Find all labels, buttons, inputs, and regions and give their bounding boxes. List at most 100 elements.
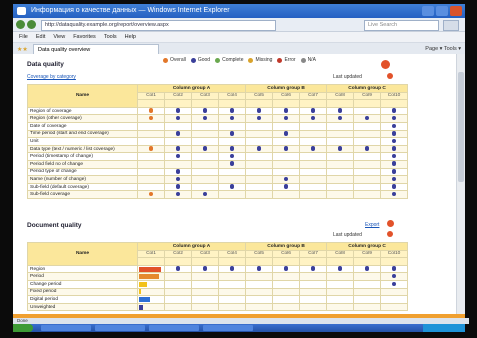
status-dot-icon[interactable]	[202, 191, 208, 197]
taskbar-item[interactable]	[203, 325, 253, 331]
row-label[interactable]: Sub-field coverage	[27, 190, 138, 199]
status-dot-icon[interactable]	[391, 115, 397, 121]
status-dot-icon[interactable]	[310, 115, 316, 121]
forward-icon[interactable]	[27, 20, 36, 29]
taskbar-item[interactable]	[41, 325, 91, 331]
table-row[interactable]: Period (timestamp of change)	[27, 152, 409, 161]
status-dot-icon[interactable]	[364, 146, 370, 151]
status-dot-icon[interactable]	[283, 266, 289, 271]
status-dot-icon[interactable]	[391, 123, 397, 128]
status-dot-icon[interactable]	[391, 108, 397, 113]
row-label[interactable]: Period (timestamp of change)	[27, 152, 138, 161]
status-dot-icon[interactable]	[283, 176, 289, 182]
column-header[interactable]: Col8	[326, 249, 355, 259]
row-label[interactable]: Data type (text / numeric / list coverag…	[27, 144, 138, 154]
export-link[interactable]: Export	[365, 222, 379, 228]
column-header[interactable]: Col5	[245, 249, 274, 259]
status-dot-icon[interactable]	[391, 138, 397, 144]
export-icon[interactable]	[387, 220, 394, 227]
search-icon[interactable]	[443, 20, 459, 31]
status-dot-icon[interactable]	[229, 184, 235, 189]
status-dot-icon[interactable]	[256, 146, 262, 151]
status-dot-icon[interactable]	[391, 131, 397, 136]
row-label[interactable]: Change period	[27, 279, 138, 289]
table-row[interactable]: Name (number of change)	[27, 175, 409, 184]
status-dot-orange-icon[interactable]	[148, 146, 154, 151]
table-row[interactable]: Period	[27, 272, 409, 281]
status-dot-icon[interactable]	[202, 115, 208, 121]
column-header[interactable]: Col2	[164, 91, 192, 101]
status-dot-icon[interactable]	[229, 266, 235, 271]
status-dot-icon[interactable]	[256, 108, 262, 113]
status-dot-icon[interactable]	[391, 266, 397, 271]
row-label[interactable]: Sub-field (default coverage)	[27, 182, 138, 192]
status-dot-icon[interactable]	[175, 153, 181, 159]
status-dot-icon[interactable]	[391, 161, 397, 166]
status-dot-icon[interactable]	[229, 153, 235, 159]
status-dot-icon[interactable]	[256, 115, 262, 121]
status-dot-icon[interactable]	[283, 146, 289, 151]
status-dot-icon[interactable]	[391, 273, 397, 279]
table-row[interactable]: Region	[27, 264, 409, 274]
column-header[interactable]: Col3	[191, 91, 219, 101]
status-dot-icon[interactable]	[175, 169, 181, 174]
menu-favorites[interactable]: Favorites	[73, 32, 96, 42]
status-dot-icon[interactable]	[391, 146, 397, 151]
status-dot-icon[interactable]	[229, 161, 235, 166]
row-label[interactable]: Region	[27, 264, 138, 274]
table-row[interactable]: Sub-field coverage	[27, 190, 409, 199]
status-dot-icon[interactable]	[391, 153, 397, 159]
status-dot-icon[interactable]	[202, 108, 208, 113]
row-label[interactable]: Region of coverage	[27, 106, 138, 116]
status-dot-icon[interactable]	[283, 115, 289, 121]
column-header[interactable]: Col2	[164, 249, 192, 259]
menu-file[interactable]: File	[19, 32, 28, 42]
status-dot-icon[interactable]	[175, 115, 181, 121]
info-icon[interactable]	[387, 73, 393, 79]
column-header[interactable]: Col7	[299, 249, 328, 259]
menu-tools[interactable]: Tools	[104, 32, 117, 42]
status-dot-icon[interactable]	[175, 146, 181, 151]
row-label[interactable]: Date of coverage	[27, 121, 138, 131]
address-bar[interactable]: http://dataquality.example.org/report/ov…	[41, 20, 276, 31]
search-input[interactable]: Live Search	[364, 20, 439, 31]
vertical-scrollbar[interactable]	[456, 54, 465, 318]
status-dot-icon[interactable]	[175, 108, 181, 113]
status-dot-icon[interactable]	[229, 115, 235, 121]
status-dot-icon[interactable]	[229, 108, 235, 113]
row-label[interactable]: Period type of change	[27, 167, 138, 177]
status-dot-icon[interactable]	[283, 184, 289, 189]
column-header[interactable]: Col7	[299, 91, 328, 101]
column-header[interactable]: Col3	[191, 249, 219, 259]
info-icon-2[interactable]	[387, 231, 393, 237]
column-header[interactable]: Col9	[353, 249, 382, 259]
table-row[interactable]: Unweighted	[27, 302, 409, 312]
status-dot-icon[interactable]	[175, 176, 181, 182]
status-dot-icon[interactable]	[310, 108, 316, 113]
table-row[interactable]: Unit	[27, 137, 409, 146]
column-header[interactable]: Col1	[137, 91, 165, 101]
status-dot-icon[interactable]	[391, 281, 397, 286]
row-label[interactable]: Unweighted	[27, 302, 138, 312]
column-header[interactable]: Col1	[137, 249, 165, 259]
column-header[interactable]: Col9	[353, 91, 382, 101]
table-row[interactable]: Fixed period	[27, 287, 409, 297]
row-label[interactable]: Period	[27, 272, 138, 281]
column-header[interactable]: Col5	[245, 91, 274, 101]
row-label[interactable]: Digital period	[27, 295, 138, 304]
status-dot-icon[interactable]	[283, 108, 289, 113]
status-dot-orange-icon[interactable]	[148, 191, 154, 197]
status-dot-icon[interactable]	[364, 266, 370, 271]
menu-view[interactable]: View	[53, 32, 65, 42]
status-dot-icon[interactable]	[283, 131, 289, 136]
column-header[interactable]: Col10	[380, 91, 409, 101]
status-dot-icon[interactable]	[229, 131, 235, 136]
column-header[interactable]: Col6	[272, 249, 301, 259]
menu-help[interactable]: Help	[125, 32, 136, 42]
table-row[interactable]: Sub-field (default coverage)	[27, 182, 409, 192]
table-row[interactable]: Time period (start and end coverage)	[27, 129, 409, 139]
menu-edit[interactable]: Edit	[36, 32, 45, 42]
column-header[interactable]: Col4	[217, 249, 247, 259]
row-label[interactable]: Name (number of change)	[27, 175, 138, 184]
status-dot-icon[interactable]	[175, 184, 181, 189]
